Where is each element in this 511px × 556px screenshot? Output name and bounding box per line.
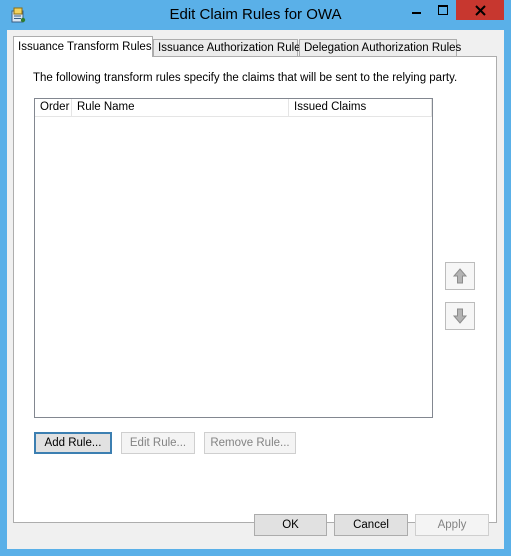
maximize-icon: [437, 5, 448, 15]
rules-list[interactable]: Order Rule Name Issued Claims: [34, 98, 433, 418]
arrow-up-icon: [452, 268, 468, 284]
column-header-rule-name[interactable]: Rule Name: [72, 99, 289, 117]
remove-rule-button[interactable]: Remove Rule...: [204, 432, 296, 454]
move-down-button[interactable]: [445, 302, 475, 330]
move-up-button[interactable]: [445, 262, 475, 290]
edit-rule-button[interactable]: Edit Rule...: [121, 432, 195, 454]
arrow-down-icon: [452, 308, 468, 324]
add-rule-button[interactable]: Add Rule...: [34, 432, 112, 454]
apply-button[interactable]: Apply: [415, 514, 489, 536]
maximize-button[interactable]: [429, 0, 456, 20]
column-header-order[interactable]: Order: [35, 99, 72, 117]
dialog-window: Edit Claim Rules for OWA Issuance Transf…: [0, 0, 511, 556]
column-header-issued-claims[interactable]: Issued Claims: [289, 99, 432, 117]
minimize-icon: [411, 12, 421, 14]
close-button[interactable]: [456, 0, 504, 20]
panel-description: The following transform rules specify th…: [33, 72, 458, 84]
minimize-button[interactable]: [403, 0, 429, 20]
tab-issuance-transform-rules[interactable]: Issuance Transform Rules: [13, 36, 153, 57]
ok-button[interactable]: OK: [254, 514, 327, 536]
tab-delegation-authorization-rules[interactable]: Delegation Authorization Rules: [299, 39, 461, 57]
tab-issuance-authorization-rules[interactable]: Issuance Authorization Rules: [153, 39, 306, 57]
tab-panel-issuance-transform: The following transform rules specify th…: [13, 56, 497, 523]
cancel-button[interactable]: Cancel: [334, 514, 408, 536]
list-header: Order Rule Name Issued Claims: [35, 99, 432, 117]
title-bar[interactable]: Edit Claim Rules for OWA: [0, 0, 511, 30]
dialog-client-area: Issuance Transform Rules Issuance Author…: [7, 30, 504, 549]
close-icon: [474, 4, 486, 16]
